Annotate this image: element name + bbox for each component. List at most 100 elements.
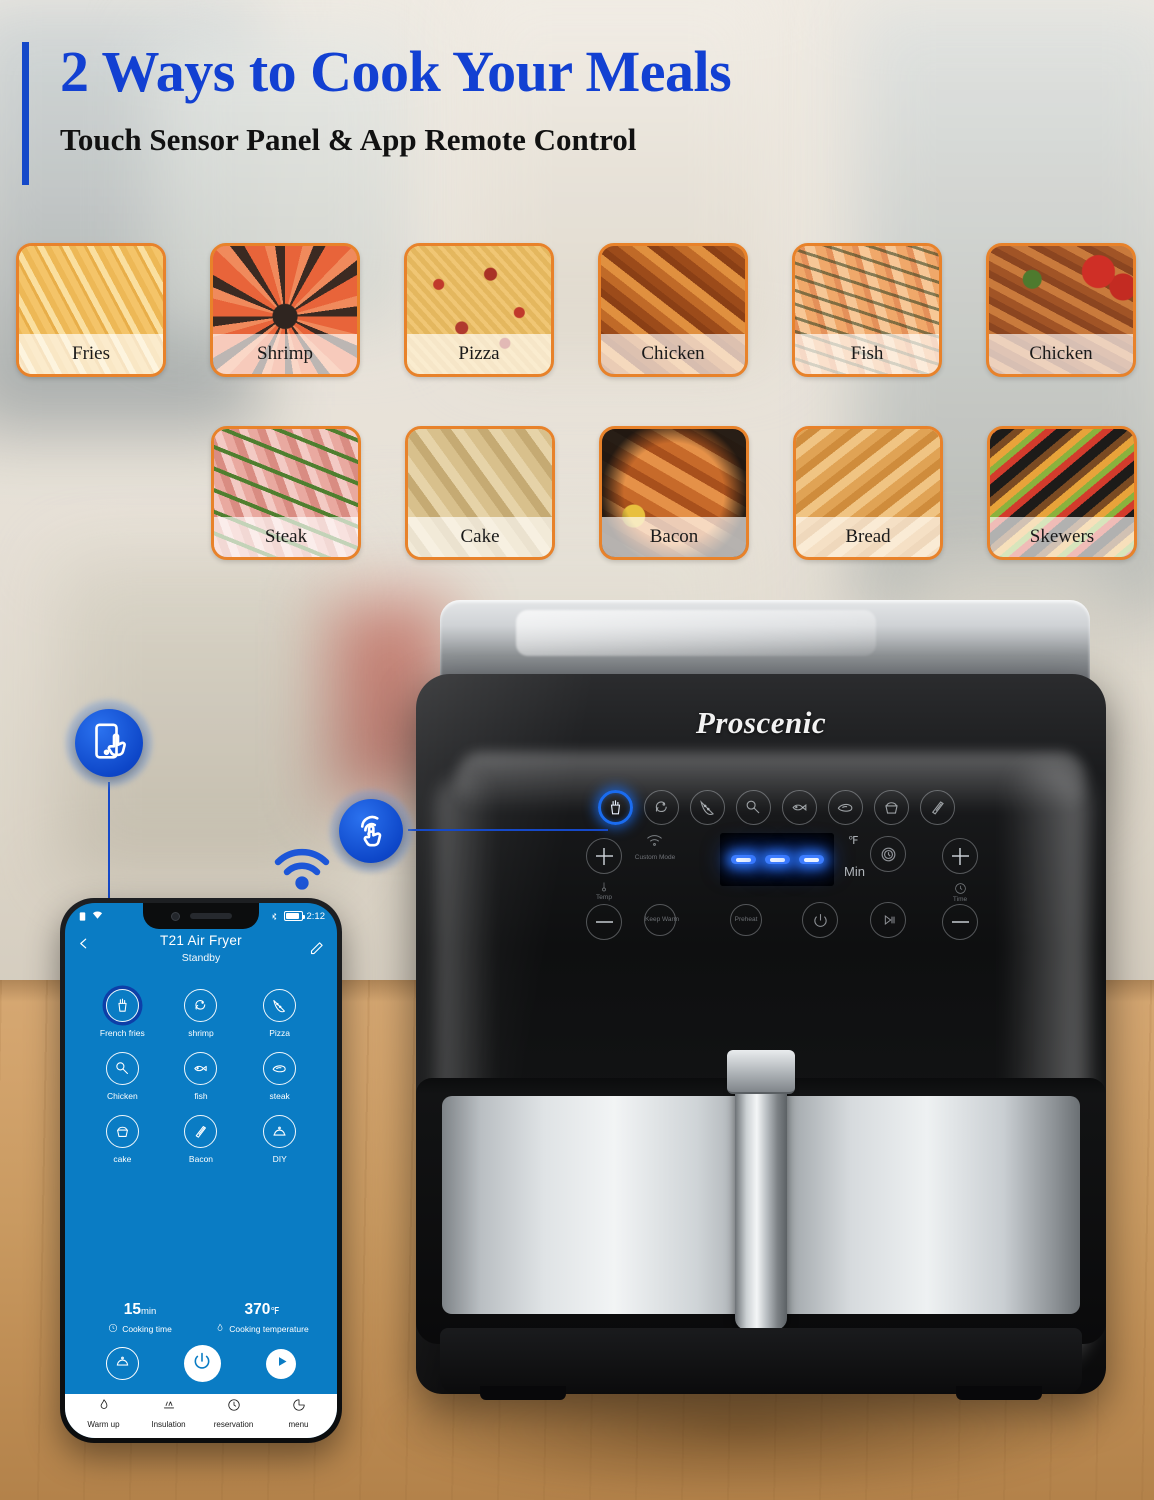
fish-preset-button[interactable] — [782, 790, 817, 825]
food-thumb: Bread — [793, 426, 943, 560]
food-label: Bread — [796, 517, 940, 557]
shrimp-icon — [184, 989, 218, 1022]
fryer-base — [440, 1328, 1082, 1400]
app-function-chicken[interactable]: Chicken — [105, 1052, 139, 1101]
touch-control-panel[interactable]: Temp Custom Mode Keep Warm Preheat Time … — [586, 790, 1026, 950]
diy-action-button[interactable] — [105, 1347, 139, 1380]
food-thumb: Pizza — [404, 243, 554, 377]
page-title: 2 Ways to Cook Your Meals — [60, 39, 732, 104]
pizza-icon — [263, 989, 297, 1022]
air-fryer-product: Proscenic Temp Custom Mode Keep Warm Pre… — [404, 600, 1118, 1436]
bacon-icon — [184, 1115, 218, 1148]
wifi-icon — [272, 842, 332, 892]
earpiece-speaker — [189, 913, 232, 919]
food-thumb: Shrimp — [210, 243, 360, 377]
tab-insulation[interactable]: Insulation — [136, 1398, 201, 1429]
food-label: Bacon — [602, 517, 746, 557]
heat-waves-icon — [162, 1398, 176, 1417]
tab-menu[interactable]: menu — [266, 1398, 331, 1429]
play-icon — [274, 1354, 289, 1374]
basket-handle[interactable] — [727, 1050, 795, 1330]
keep-warm-label: Keep Warm — [645, 915, 680, 923]
steak-icon — [263, 1052, 297, 1085]
clock-icon — [954, 882, 967, 895]
preheat-label: Preheat — [734, 915, 758, 923]
app-function-shrimp[interactable]: shrimp — [184, 989, 218, 1038]
power-icon — [192, 1351, 212, 1376]
app-function-french-fries[interactable]: French fries — [100, 989, 145, 1038]
pizza-preset-button[interactable] — [690, 790, 725, 825]
preheat-button[interactable]: Preheat — [730, 904, 762, 936]
app-readouts: 15min Cooking time 370℉ Cooking temperat… — [65, 1301, 337, 1345]
keep-warm-button[interactable]: Keep Warm — [644, 904, 680, 936]
app-function-fish[interactable]: fish — [184, 1052, 218, 1101]
status-bar-time: 2:12 — [306, 910, 326, 922]
app-function-steak[interactable]: steak — [263, 1052, 297, 1101]
wifi-icon — [646, 834, 663, 847]
brand-logo: Proscenic — [695, 705, 827, 740]
cooking-time-caption: Cooking time — [122, 1324, 172, 1334]
front-camera-icon — [170, 911, 180, 921]
bacon-preset-button[interactable] — [920, 790, 955, 825]
fahrenheit-unit-label: ℉ — [848, 835, 859, 847]
page-subtitle: Touch Sensor Panel & App Remote Control — [60, 122, 637, 157]
clock-icon — [227, 1398, 241, 1417]
time-increase-button[interactable] — [942, 838, 978, 874]
food-label: Shrimp — [213, 334, 357, 374]
time-decrease-button[interactable] — [942, 904, 978, 940]
shrimp-preset-button[interactable] — [644, 790, 679, 825]
fries-preset-button[interactable] — [598, 790, 633, 825]
food-label: Steak — [214, 517, 358, 557]
temp-decrease-button[interactable] — [586, 904, 622, 940]
app-function-pizza[interactable]: Pizza — [263, 989, 297, 1038]
bluetooth-icon — [269, 911, 280, 922]
tab-label: Insulation — [151, 1419, 186, 1429]
tab-warm-up[interactable]: Warm up — [71, 1398, 136, 1429]
temp-increase-button[interactable] — [586, 838, 622, 874]
app-function-label: shrimp — [188, 1028, 214, 1038]
fish-icon — [184, 1052, 218, 1085]
app-function-cake[interactable]: cake — [105, 1115, 139, 1164]
cooking-time-readout: 15min Cooking time — [79, 1301, 201, 1335]
tab-label: reservation — [213, 1419, 254, 1429]
time-label: Time — [952, 896, 968, 903]
food-row-2: Steak Cake Bacon Bread Skewers — [211, 426, 1137, 560]
app-function-label: fish — [194, 1091, 208, 1101]
start-pause-button[interactable] — [870, 902, 906, 938]
preset-button-row — [598, 790, 955, 825]
app-function-bacon[interactable]: Bacon — [184, 1115, 218, 1164]
app-action-buttons — [65, 1345, 337, 1394]
power-button[interactable] — [802, 902, 838, 938]
timer-button[interactable] — [870, 836, 906, 872]
cooking-time-unit: min — [140, 1306, 157, 1317]
clock-icon — [108, 1323, 118, 1335]
food-thumb: Chicken — [986, 243, 1136, 377]
app-header: T21 Air Fryer Standby — [65, 929, 337, 975]
tab-reservation[interactable]: reservation — [201, 1398, 266, 1429]
header-accent-bar — [22, 42, 29, 185]
app-device-title: T21 Air Fryer — [160, 933, 242, 948]
chicken-preset-button[interactable] — [736, 790, 771, 825]
food-thumb: Fish — [792, 243, 942, 377]
food-thumb: Steak — [211, 426, 361, 560]
tab-label: menu — [288, 1419, 309, 1429]
app-function-diy[interactable]: DIY — [263, 1115, 297, 1164]
power-action-button[interactable] — [183, 1345, 221, 1382]
app-screen: 2:12 T21 Air Fryer Standby French fries … — [65, 903, 337, 1438]
app-function-label: Chicken — [106, 1091, 138, 1101]
fryer-basket-drawer[interactable] — [416, 1050, 1106, 1344]
cake-preset-button[interactable] — [874, 790, 909, 825]
cooking-temp-caption: Cooking temperature — [229, 1324, 309, 1334]
wifi-icon — [92, 911, 103, 922]
flame-icon — [97, 1398, 111, 1417]
cooking-temp-unit: ℉ — [270, 1306, 280, 1317]
food-label: Pizza — [407, 334, 551, 374]
cooking-temp-value: 370 — [244, 1301, 271, 1318]
led-display — [720, 833, 834, 886]
cooking-time-value: 15 — [123, 1301, 141, 1318]
app-tab-bar: Warm up Insulation reservation menu — [65, 1394, 337, 1438]
thermometer-icon — [598, 880, 610, 894]
custom-mode-label: Custom Mode — [634, 854, 676, 861]
steak-preset-button[interactable] — [828, 790, 863, 825]
start-action-button[interactable] — [266, 1348, 297, 1379]
